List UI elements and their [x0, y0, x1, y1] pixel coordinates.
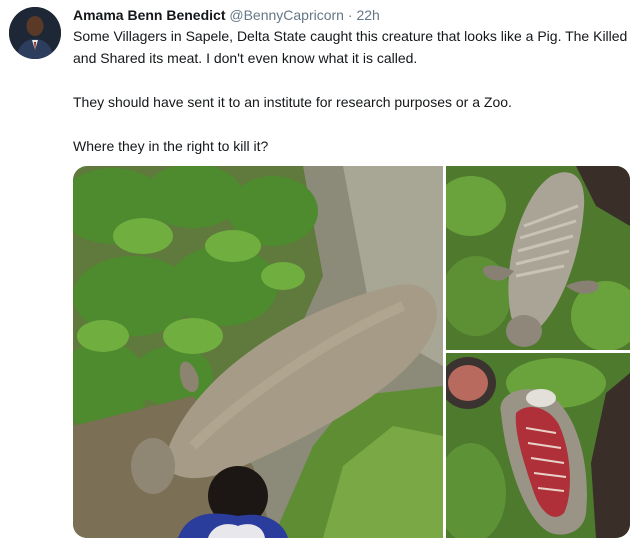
avatar-portrait-image [9, 7, 61, 59]
tweet-photo-1[interactable] [73, 166, 443, 538]
author-name[interactable]: Amama Benn Benedict [73, 7, 225, 23]
avatar[interactable] [9, 7, 61, 59]
author-handle[interactable]: @BennyCapricorn [229, 7, 344, 23]
tweet-timestamp[interactable]: 22h [356, 7, 379, 23]
tweet-text-paragraph-3: Where they in the right to kill it? [73, 138, 269, 154]
tweet-media-grid [73, 166, 630, 538]
tweet-photo-3[interactable] [446, 353, 630, 538]
header-separator: · [347, 7, 353, 23]
tweet-text-paragraph-1: Some Villagers in Sapele, Delta State ca… [73, 28, 628, 66]
tweet-photo-2[interactable] [446, 166, 630, 350]
tweet-header: Amama Benn Benedict @BennyCapricorn · 22… [73, 6, 380, 24]
tweet-text-paragraph-2: They should have sent it to an institute… [73, 94, 512, 110]
